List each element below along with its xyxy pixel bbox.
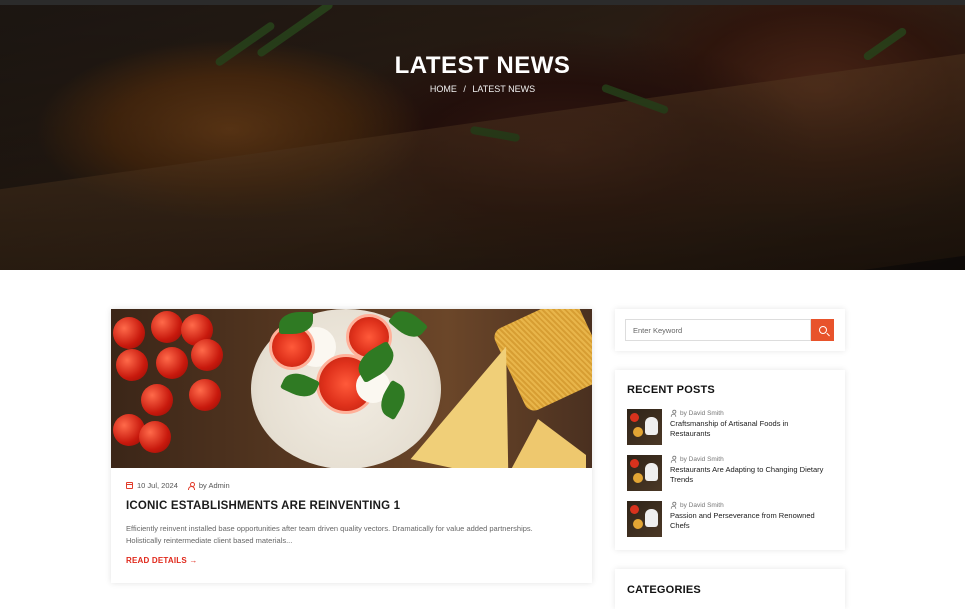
recent-post-author: by David Smith: [670, 501, 724, 509]
breadcrumb-separator: /: [463, 84, 466, 94]
calendar-icon: [126, 482, 133, 489]
recent-post-thumbnail[interactable]: [627, 501, 662, 537]
recent-post-title[interactable]: Craftsmanship of Artisanal Foods in Rest…: [670, 419, 830, 439]
recent-post-title[interactable]: Passion and Perseverance from Renowned C…: [670, 511, 830, 531]
tomato-shape: [189, 379, 221, 411]
pasta-shape: [633, 473, 643, 483]
recent-post-author: by David Smith: [670, 455, 724, 463]
chef-hat-shape: [645, 509, 658, 527]
page-title: LATEST NEWS: [394, 52, 571, 79]
breadcrumb: HOME / LATEST NEWS: [0, 84, 965, 94]
sidebar-categories-widget: CATEGORIES: [615, 569, 845, 609]
tomato-shape: [139, 421, 171, 453]
sidebar-search-widget: [615, 309, 845, 351]
search-button[interactable]: [811, 319, 834, 341]
tomato-shape: [141, 384, 173, 416]
user-icon: [670, 501, 677, 509]
categories-title: CATEGORIES: [627, 584, 701, 596]
recent-post-author-text: by David Smith: [680, 455, 724, 463]
recent-post-author: by David Smith: [670, 409, 724, 417]
tomato-shape: [630, 459, 639, 468]
chef-hat-shape: [645, 463, 658, 481]
tomato-shape: [156, 347, 188, 379]
recent-post-thumbnail[interactable]: [627, 455, 662, 491]
search-icon: [818, 326, 827, 334]
breadcrumb-home-link[interactable]: HOME: [430, 84, 457, 94]
breadcrumb-current: LATEST NEWS: [472, 84, 536, 94]
pasta-shape: [633, 427, 643, 437]
search-input[interactable]: [625, 319, 811, 341]
post-author: by Admin: [187, 481, 230, 490]
blog-post-card: 10 Jul, 2024 by Admin ICONIC ESTABLISHME…: [111, 309, 592, 583]
sidebar-recent-posts-widget: RECENT POSTS by David Smith Craftsmanshi…: [615, 370, 845, 550]
read-details-link[interactable]: READ DETAILS →: [126, 556, 198, 565]
recent-post-thumbnail[interactable]: [627, 409, 662, 445]
post-date-text: 10 Jul, 2024: [137, 481, 178, 490]
tomato-shape: [630, 505, 639, 514]
tomato-shape: [630, 413, 639, 422]
user-icon: [670, 455, 677, 463]
post-meta: 10 Jul, 2024 by Admin: [126, 481, 230, 490]
post-date: 10 Jul, 2024: [126, 481, 178, 490]
recent-post-author-text: by David Smith: [680, 409, 724, 417]
post-author-text[interactable]: by Admin: [199, 481, 230, 490]
hero-overlay: [0, 0, 965, 270]
recent-post-item[interactable]: by David Smith Restaurants Are Adapting …: [627, 455, 837, 491]
recent-post-item[interactable]: by David Smith Craftsmanship of Artisana…: [627, 409, 837, 445]
post-title[interactable]: ICONIC ESTABLISHMENTS ARE REINVENTING 1: [126, 500, 400, 512]
chef-hat-shape: [645, 417, 658, 435]
tomato-shape: [116, 349, 148, 381]
recent-post-author-text: by David Smith: [680, 501, 724, 509]
tomato-shape: [113, 317, 145, 349]
user-icon: [187, 481, 195, 490]
tomato-shape: [151, 311, 183, 343]
recent-post-title[interactable]: Restaurants Are Adapting to Changing Die…: [670, 465, 830, 485]
recent-posts-title: RECENT POSTS: [627, 384, 715, 396]
page-hero: LATEST NEWS HOME / LATEST NEWS: [0, 0, 965, 270]
post-excerpt: Efficiently reinvent installed base oppo…: [126, 524, 533, 545]
pasta-shape: [633, 519, 643, 529]
recent-post-item[interactable]: by David Smith Passion and Perseverance …: [627, 501, 837, 537]
tomato-shape: [191, 339, 223, 371]
top-bar: [0, 0, 965, 5]
post-image[interactable]: [111, 309, 592, 468]
user-icon: [670, 409, 677, 417]
